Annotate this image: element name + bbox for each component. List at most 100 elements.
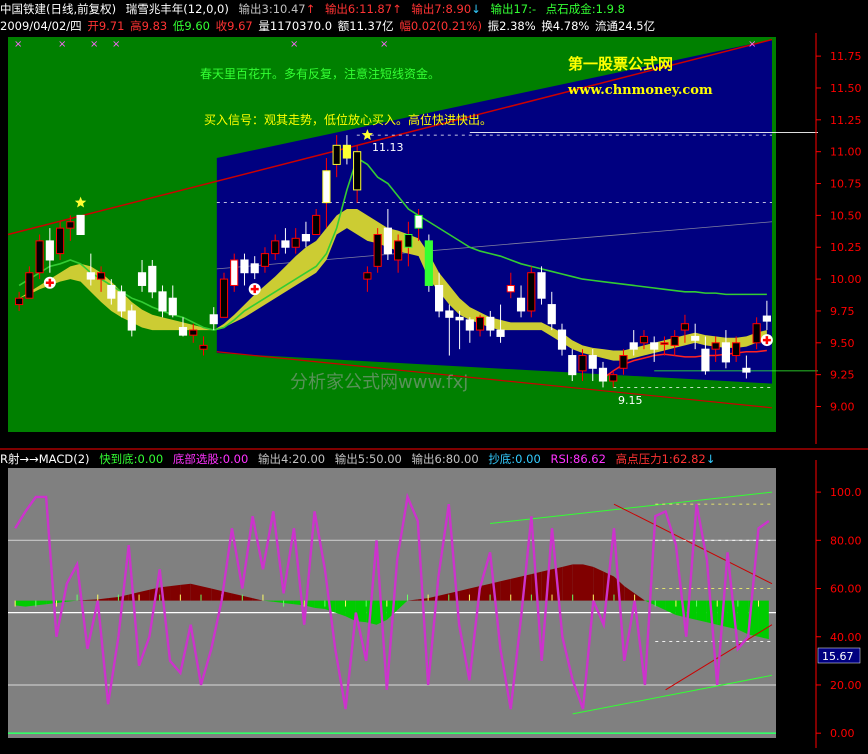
- candle-body: [45, 240, 54, 261]
- candle-body: [516, 297, 526, 312]
- macd-area: [758, 600, 769, 640]
- period-label: (日线,前复权): [46, 2, 117, 16]
- quote-date: 2009/04/02/四: [0, 19, 82, 33]
- candle-body: [527, 272, 536, 312]
- candle-body: [209, 314, 218, 325]
- macd-area: [190, 583, 201, 601]
- candle-body: [373, 234, 382, 267]
- candle-body: [598, 367, 608, 382]
- candle-body: [76, 214, 85, 236]
- macd-area: [737, 600, 749, 635]
- lower-indicator-name: R射→→MACD(2): [0, 452, 90, 466]
- candle-body: [557, 329, 567, 350]
- candle-body: [496, 329, 505, 337]
- macd-area: [201, 586, 212, 601]
- candle-body: [189, 329, 198, 336]
- candle-body: [158, 291, 167, 312]
- output5: 输出5:50.00: [334, 452, 402, 466]
- candle-body: [168, 297, 177, 316]
- candle-body: [732, 342, 741, 357]
- candle-body: [578, 355, 587, 372]
- quote-float: 流通24.5亿: [595, 19, 656, 33]
- candle-body: [291, 237, 300, 248]
- candle-body: [445, 310, 454, 318]
- pressure-value: 高点压力1:62.82: [615, 452, 706, 466]
- output6: 输出6:11.87: [324, 2, 393, 16]
- candle-body: [537, 272, 546, 299]
- candle: [76, 214, 85, 236]
- candle-body: [486, 316, 495, 331]
- top-x-marker-icon: ×: [290, 39, 298, 50]
- quote-amount: 额11.37亿: [337, 19, 394, 33]
- buy-marker-icon: [760, 334, 773, 347]
- candle-body: [701, 348, 710, 372]
- candle-body: [588, 355, 597, 369]
- candle-body: [465, 319, 474, 331]
- lower-header: R射→→MACD(2) 快到底:0.00 底部选股:0.00 输出4:20.00…: [0, 452, 721, 466]
- rsi-value: RSI:86.62: [550, 452, 606, 466]
- quote-bar: 2009/04/02/四 开9.71 高9.83 低9.60 收9.67 量11…: [0, 19, 661, 33]
- buy-marker-icon: [43, 276, 56, 289]
- label-low: 9.15: [618, 394, 643, 407]
- top-x-marker-icon: ×: [90, 39, 98, 50]
- annotation-text-2: 买入信号：观其走势，低位放心买入。高位快进快出。: [204, 112, 492, 127]
- quote-close: 收9.67: [215, 19, 253, 33]
- candle-body: [322, 170, 331, 204]
- bottom-pick: 底部选股:0.00: [172, 452, 249, 466]
- quote-low: 低9.60: [172, 19, 210, 33]
- macd-area: [510, 576, 522, 601]
- macd-area: [572, 564, 583, 601]
- output3-arrow-icon: ↑: [305, 2, 316, 16]
- indicator-tick-label: 60.00: [830, 583, 862, 596]
- candle-body: [66, 221, 75, 229]
- candle-body: [127, 310, 136, 331]
- quote-amplitude: 振2.38%: [487, 19, 536, 33]
- candle-body: [711, 342, 720, 350]
- candle-body: [619, 355, 628, 369]
- indicator-name: 瑞雪兆丰年(12,0,0): [125, 2, 229, 16]
- price-tick-label: 9.50: [830, 337, 855, 350]
- top-x-marker-icon: ×: [380, 39, 388, 50]
- indicator-tick-label: 40.00: [830, 631, 862, 644]
- top-x-marker-icon: ×: [748, 39, 756, 50]
- candle-body: [721, 342, 730, 363]
- price-tick-label: 9.75: [830, 305, 855, 318]
- indicator-tick-label: 20.00: [830, 679, 862, 692]
- macd-area: [593, 566, 604, 601]
- candle-body: [629, 342, 638, 350]
- quote-high: 高9.83: [130, 19, 168, 33]
- top-x-marker-icon: ×: [14, 39, 22, 50]
- candle-body: [353, 151, 362, 191]
- top-header: 中国铁建(日线,前复权) 瑞雪兆丰年(12,0,0) 输出3:10.47↑ 输出…: [0, 2, 631, 16]
- indicator-tick-label: 0.00: [830, 727, 855, 740]
- price-tick-label: 11.00: [830, 146, 862, 159]
- candle: [219, 272, 229, 318]
- candle-body: [137, 272, 147, 286]
- output3: 输出3:10.47: [238, 2, 306, 16]
- candle-body: [404, 234, 413, 248]
- candle-body: [230, 259, 239, 286]
- candle-body: [260, 253, 270, 267]
- price-tick-label: 11.25: [830, 114, 862, 127]
- macd-area: [583, 564, 594, 601]
- candle-body: [219, 278, 229, 318]
- candle-body: [424, 240, 433, 286]
- candle-body: [742, 367, 751, 373]
- candle-body: [86, 272, 95, 280]
- price-tick-label: 10.25: [830, 241, 862, 254]
- chart-canvas: × × × × × × × 11.75 11.50 11.25 11.00 10.75 10.50 10.…: [0, 33, 868, 748]
- candle-body: [25, 272, 34, 299]
- price-tick-label: 10.75: [830, 178, 862, 191]
- indicator-panel: 100.0 80.00 60.00 40.00 20.00 0.00: [8, 460, 862, 748]
- quote-open: 开9.71: [87, 19, 125, 33]
- candle-body: [332, 144, 341, 165]
- candle-body: [56, 227, 65, 255]
- candle-body: [568, 355, 577, 376]
- quote-change: 幅0.02(0.21%): [399, 19, 482, 33]
- price-tick-label: 9.00: [830, 401, 855, 414]
- candle-body: [301, 234, 311, 242]
- quote-volume: 量1170370.0: [258, 19, 333, 33]
- candle-body: [363, 272, 372, 280]
- candle-body: [609, 374, 618, 382]
- candle: [527, 266, 536, 318]
